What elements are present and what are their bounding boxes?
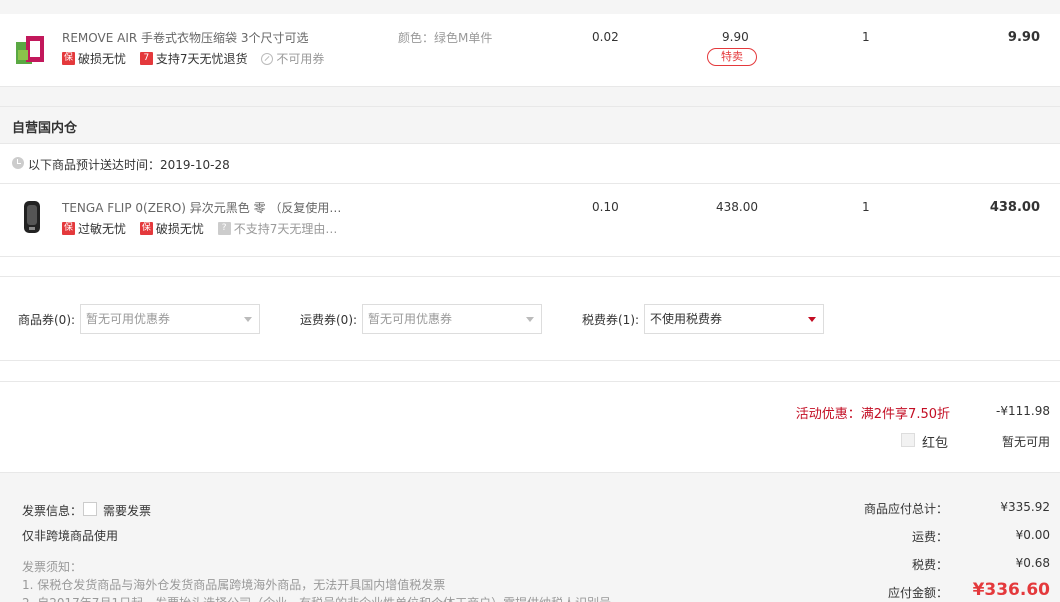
invoice-checkbox[interactable] [83,501,97,516]
shipping-coupon-select[interactable]: 暂无可用优惠券 [362,304,542,334]
chevron-down-icon [808,317,816,322]
shipping-coupon-label: 运费券(0): [300,313,358,327]
invoice-notice-title: 发票须知： [22,560,83,574]
service-label: 破损无忧 [155,222,204,236]
invoice-need-label: 需要发票 [103,504,152,518]
guarantee-icon: 保 [139,222,153,235]
coupon-row: 商品券(0): 暂无可用优惠券 运费券(0): 暂无可用优惠券 税费券(1): … [0,277,1060,360]
item-subtotal: 9.90 [1007,30,1040,45]
chevron-down-icon [244,317,252,322]
unit-price: 9.90 [722,30,749,44]
product-thumbnail[interactable] [14,32,50,68]
tax-value: 0.02 [592,30,619,44]
service-label: 支持7天无忧退货 [155,52,248,66]
order-item-1: REMOVE AIR 手卷式衣物压缩袋 3个尺寸可选 保破损无忧 7 支持7天无忧… [0,14,1060,86]
section-spacer [0,87,1060,107]
service-tags: 保破损无忧 7 支持7天无忧退货 不可用券 [62,50,334,67]
tax-value: ¥0.68 [1015,556,1050,570]
goods-total-label: 商品应付总计： [863,502,948,516]
tax-coupon-label: 税费券(1): [582,313,640,327]
shipping-value: ¥0.00 [1015,528,1050,542]
summary-section: 发票信息： 需要发票 仅非跨境商品使用 发票须知： 1. 保税仓发货商品与海外仓… [0,472,1060,602]
top-section-header [0,0,1060,14]
invoice-notice-1: 1. 保税仓发货商品与海外仓发货商品属跨境海外商品，无法开具国内增值税发票 [22,578,446,592]
no-coupon-icon [261,52,274,65]
tax-coupon-select[interactable]: 不使用税费券 [644,304,824,334]
product-thumbnail[interactable] [18,199,46,235]
service-label: 过敏无忧 [78,222,127,236]
chevron-down-icon [526,317,534,322]
guarantee-icon: 保 [62,52,75,65]
goods-coupon-label: 商品券(0): [18,313,76,327]
service-label: 不可用券 [276,52,325,66]
promo-label: 活动优惠：满2件享7.50折 [795,407,950,422]
unit-price: 438.00 [716,200,758,214]
payable-amount: ¥336.60 [972,580,1050,600]
promo-amount: -¥111.98 [996,404,1050,418]
invoice-note: 仅非跨境商品使用 [22,529,119,543]
service-tags: 保过敏无忧 保破损无忧 ? 不支持7天无理由… [62,220,347,237]
product-attribute: 颜色：绿色M单件 [398,31,493,45]
warehouse-header: 自营国内仓 [0,107,1060,143]
shipping-label: 运费： [911,530,948,544]
product-title[interactable]: TENGA FLIP 0(ZERO) 异次元黑色 零 （反复使用… [62,199,341,216]
invoice-notice-2: 2. 自2017年7月1日起，发票抬头选择公司（企业、有税号的非企业性单位和个体… [22,594,611,602]
sale-badge: 特卖 [707,48,757,66]
payable-label: 应付金额： [887,586,948,600]
goods-coupon-select[interactable]: 暂无可用优惠券 [80,304,260,334]
delivery-note: 以下商品预计送达时间：2019-10-28 [28,158,230,172]
invoice-label: 发票信息： [22,504,83,518]
goods-total-value: ¥335.92 [1000,500,1050,514]
guarantee-icon: 保 [62,222,75,235]
return-7day-icon: 7 [139,52,153,65]
item-subtotal: 438.00 [989,200,1040,215]
order-item-2: TENGA FLIP 0(ZERO) 异次元黑色 零 （反复使用… 保过敏无忧 … [0,184,1060,256]
tax-value: 0.10 [592,200,619,214]
service-label: 破损无忧 [78,52,127,66]
redpacket-label: 红包 [922,436,949,451]
help-icon: ? [217,222,231,235]
quantity: 1 [862,30,870,44]
redpacket-checkbox[interactable] [901,432,915,447]
service-label: 不支持7天无理由… [233,222,338,236]
clock-icon [12,157,24,169]
warehouse-title: 自营国内仓 [12,121,78,136]
product-title[interactable]: REMOVE AIR 手卷式衣物压缩袋 3个尺寸可选 [62,29,308,46]
redpacket-value: 暂无可用 [1001,435,1050,449]
tax-label: 税费： [911,558,948,572]
quantity: 1 [862,200,870,214]
delivery-note-row: 以下商品预计送达时间：2019-10-28 [0,144,1060,183]
